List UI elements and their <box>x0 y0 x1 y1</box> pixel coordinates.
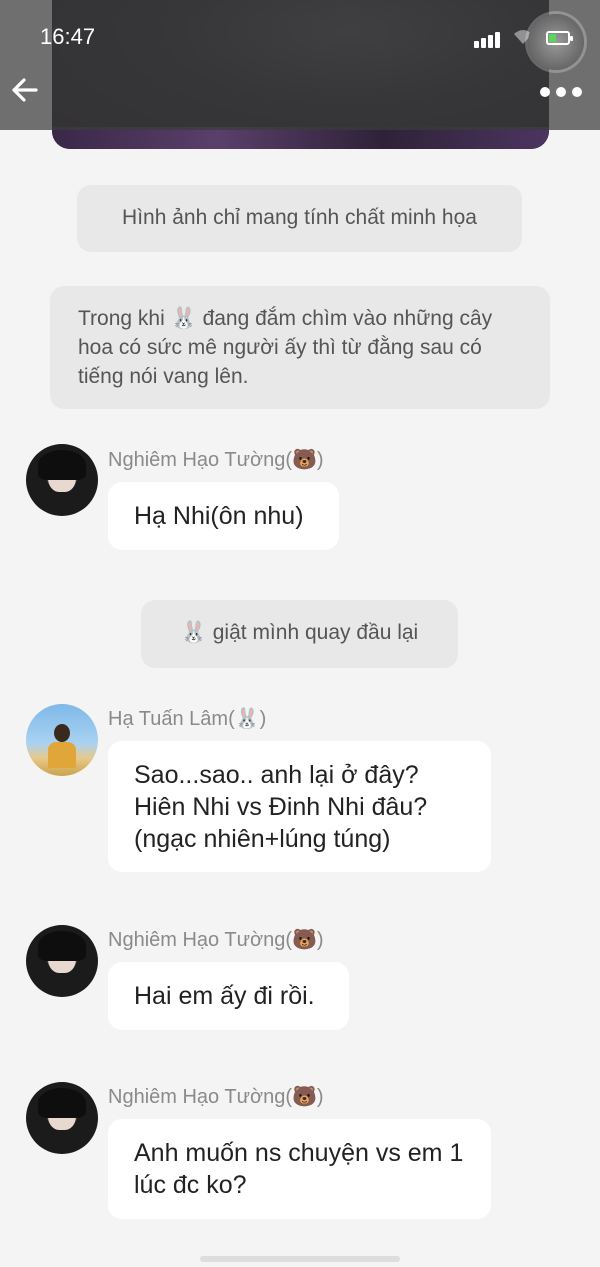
battery-icon <box>546 31 573 45</box>
message-bubble: Hai em ấy đi rồi. <box>108 962 349 1030</box>
speaker-name: Nghiêm Hạo Tường(🐻) <box>108 1086 324 1108</box>
message-bubble: Hạ Nhi(ôn nhu) <box>108 482 339 550</box>
avatar[interactable] <box>26 925 98 997</box>
message-bubble: Anh muốn ns chuyện vs em 1 lúc đc ko? <box>108 1119 491 1219</box>
avatar[interactable] <box>26 444 98 516</box>
narration-text: Trong khi 🐰 đang đắm chìm vào những cây … <box>50 286 550 409</box>
speaker-name: Nghiêm Hạo Tường(🐻) <box>108 929 324 951</box>
more-options-icon[interactable] <box>540 82 588 102</box>
avatar[interactable] <box>26 704 98 776</box>
speaker-name: Hạ Tuấn Lâm(🐰) <box>108 708 267 730</box>
narration-action: 🐰 giật mình quay đầu lại <box>141 600 458 668</box>
back-arrow-icon[interactable] <box>8 72 44 108</box>
avatar[interactable] <box>26 1082 98 1154</box>
top-bar <box>0 0 600 130</box>
message-bubble: Sao...sao.. anh lại ở đây? Hiên Nhi vs Đ… <box>108 741 491 872</box>
home-indicator <box>200 1256 400 1262</box>
signal-icon <box>474 30 502 48</box>
narration-caption: Hình ảnh chỉ mang tính chất minh họa <box>77 185 522 252</box>
speaker-name: Nghiêm Hạo Tường(🐻) <box>108 449 324 471</box>
status-time: 16:47 <box>40 24 96 49</box>
